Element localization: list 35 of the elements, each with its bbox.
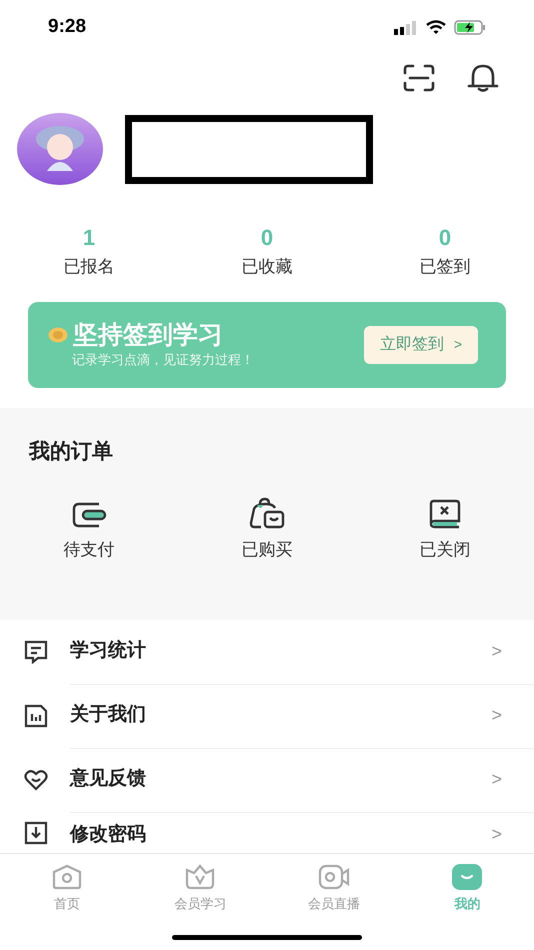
stat-value: 0 <box>438 226 452 250</box>
scan-icon[interactable] <box>403 64 435 92</box>
avatar[interactable] <box>17 113 103 185</box>
wallet-icon <box>71 501 107 529</box>
stat-value: 1 <box>82 226 96 250</box>
chart-doc-icon <box>24 704 48 728</box>
signal-icon <box>394 20 418 34</box>
banner-subtitle: 记录学习点滴，见证努力过程！ <box>71 350 254 369</box>
order-label[interactable]: 待支付 <box>64 537 114 562</box>
stat-value: 0 <box>260 226 274 250</box>
download-box-icon <box>24 820 48 844</box>
heart-icon <box>24 768 48 790</box>
menu-item[interactable]: 学习统计 > <box>0 620 534 684</box>
bell-icon[interactable] <box>467 64 499 92</box>
status-time: 9:28 <box>48 15 86 40</box>
order-label[interactable]: 已关闭 <box>420 537 470 562</box>
section-title: 我的订单 <box>28 438 114 464</box>
order-label[interactable]: 已购买 <box>242 537 292 562</box>
wifi-icon <box>426 20 446 35</box>
closed-book-icon <box>428 499 462 529</box>
crown-icon <box>185 864 216 890</box>
menu-item[interactable]: 关于我们 > <box>0 684 534 748</box>
menu-item[interactable]: 意见反馈 > <box>0 748 534 812</box>
stat-label: 已报名 <box>64 256 114 278</box>
battery-icon <box>454 20 486 35</box>
stat-label: 已收藏 <box>242 256 292 278</box>
stat-label: 已签到 <box>420 256 470 278</box>
home-icon <box>52 864 82 890</box>
banner-title: 坚持签到学习 <box>73 320 223 350</box>
note-icon <box>24 640 48 664</box>
menu-item[interactable]: 修改密码 > <box>0 812 534 853</box>
smile-icon <box>452 864 482 890</box>
bag-icon <box>249 497 285 529</box>
video-camera-icon <box>318 864 350 890</box>
coin-icon <box>48 326 68 343</box>
